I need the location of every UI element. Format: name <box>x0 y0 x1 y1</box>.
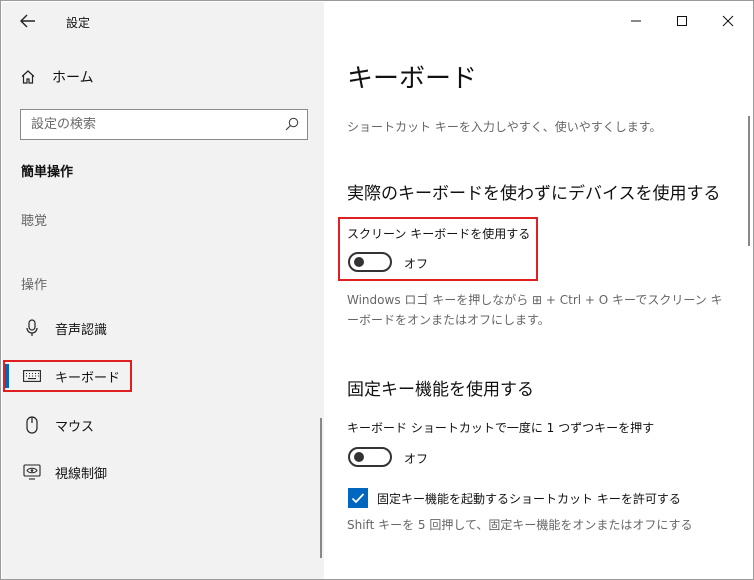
checkmark-icon <box>351 493 365 504</box>
title-bar: 設定 <box>2 2 324 40</box>
page-description: ショートカット キーを入力しやすく、使いやすくします。 <box>347 120 662 134</box>
sidebar-item-speech[interactable]: 音声認識 <box>3 310 324 346</box>
section-heading-on-screen-keyboard: 実際のキーボードを使わずにデバイスを使用する <box>347 184 721 204</box>
sidebar-item-label: 音声認識 <box>55 322 108 338</box>
search-input[interactable] <box>31 117 281 132</box>
sticky-keys-help: Shift キーを 5 回押して、固定キー機能をオンまたはオフにする <box>347 518 693 532</box>
back-arrow-icon <box>20 14 35 28</box>
highlight-box-keyboard <box>3 360 132 392</box>
sticky-keys-toggle-state: オフ <box>404 452 429 466</box>
eye-control-icon <box>21 464 43 480</box>
page-title: キーボード <box>347 64 478 94</box>
on-screen-keyboard-help: Windows ロゴ キーを押しながら ⊞ + Ctrl + O キーでスクリー… <box>347 293 723 327</box>
close-icon <box>722 15 734 27</box>
content-pane: キーボード ショートカット キーを入力しやすく、使いやすくします。 実際のキーボ… <box>324 2 753 579</box>
home-icon <box>20 69 40 85</box>
sidebar-group-hearing: 聴覚 <box>21 214 48 229</box>
microphone-icon <box>21 319 43 337</box>
close-button[interactable] <box>713 8 743 34</box>
sticky-keys-toggle[interactable] <box>348 447 392 467</box>
minimize-button[interactable] <box>621 8 651 34</box>
back-button[interactable] <box>16 10 40 32</box>
maximize-button[interactable] <box>667 8 697 34</box>
sidebar-item-mouse[interactable]: マウス <box>3 407 324 443</box>
sidebar-item-label: ホーム <box>52 70 94 86</box>
highlight-box-on-screen-keyboard <box>338 217 538 281</box>
sticky-keys-label: キーボード ショートカットで一度に 1 つずつキーを押す <box>347 421 655 435</box>
sidebar-item-home[interactable]: ホーム <box>20 64 94 90</box>
search-icon[interactable] <box>285 117 299 131</box>
sidebar: 設定 ホーム 簡単操作 聴覚 操作 <box>2 2 324 579</box>
window-title: 設定 <box>66 16 91 30</box>
sidebar-item-label: マウス <box>55 419 95 435</box>
maximize-icon <box>677 16 687 26</box>
sticky-keys-shortcut-label: 固定キー機能を起動するショートカット キーを許可する <box>377 492 681 506</box>
sidebar-group-interaction: 操作 <box>21 278 48 293</box>
sidebar-section-title: 簡単操作 <box>21 165 74 180</box>
content-scrollbar[interactable] <box>748 116 750 246</box>
mouse-icon <box>21 416 43 434</box>
sidebar-item-eye-control[interactable]: 視線制御 <box>3 454 324 490</box>
settings-window: 設定 ホーム 簡単操作 聴覚 操作 <box>0 0 754 580</box>
section-heading-sticky-keys: 固定キー機能を使用する <box>347 380 534 400</box>
toggle-knob <box>354 452 364 462</box>
sticky-keys-shortcut-checkbox[interactable] <box>348 488 368 508</box>
minimize-icon <box>631 20 641 22</box>
search-box[interactable] <box>20 109 308 140</box>
sidebar-item-label: 視線制御 <box>55 466 108 482</box>
sidebar-scrollbar[interactable] <box>320 418 322 558</box>
